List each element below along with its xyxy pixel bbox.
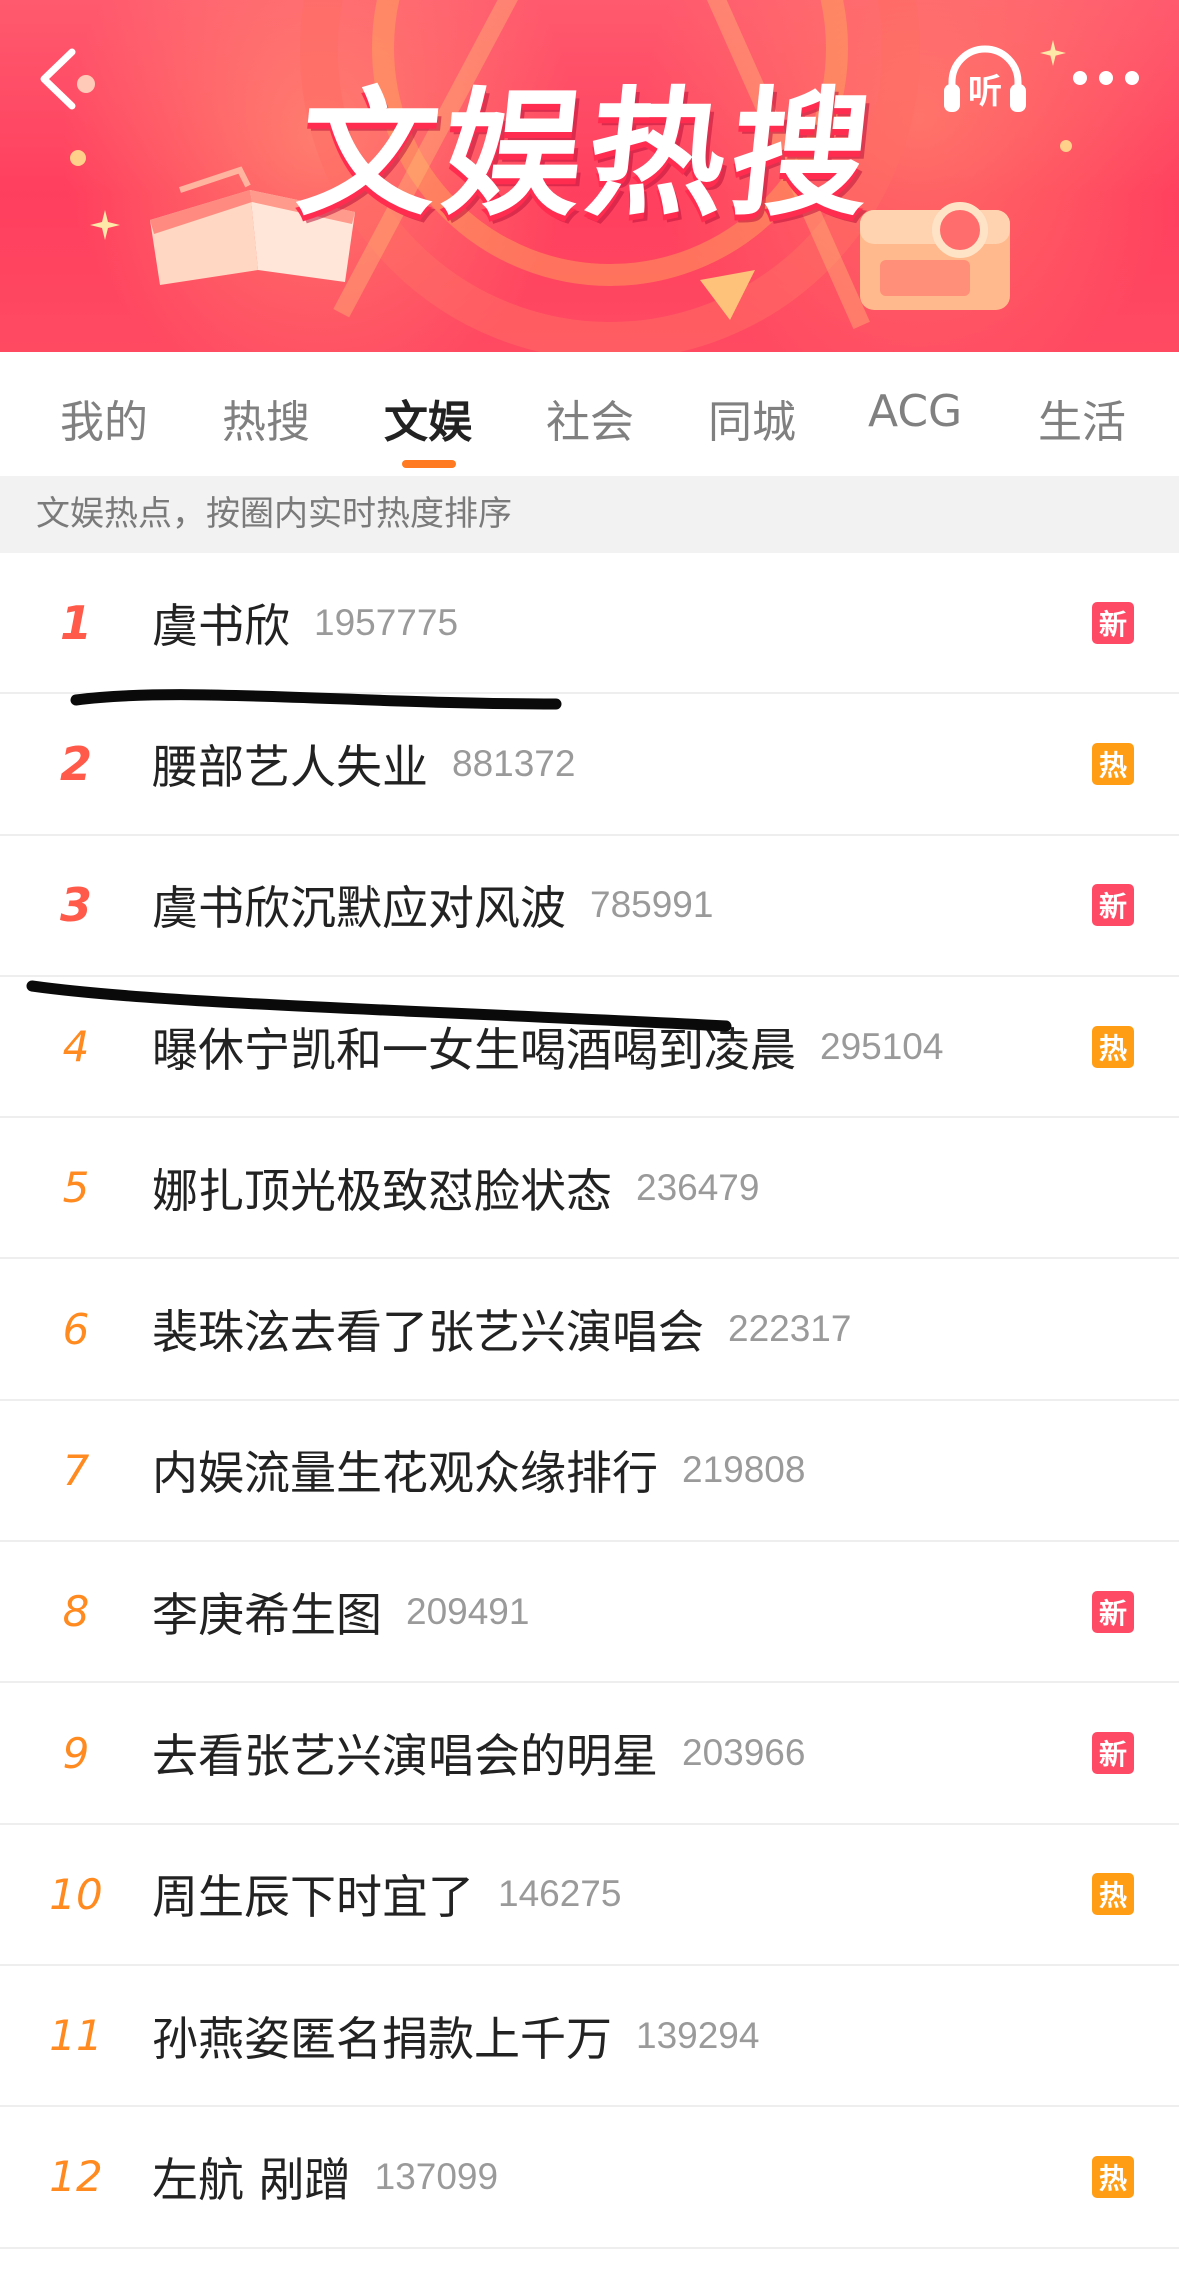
list-item[interactable]: 10 周生辰下时宜了 146275 热 [0,1824,1179,1966]
rank-number: 10 [49,1869,103,1919]
list-item[interactable]: 12 左航 剐蹭 137099 热 [0,2107,1179,2249]
item-heat-count: 236479 [636,1166,760,1208]
item-content: 虞书欣 1957775 [152,553,458,692]
item-title[interactable]: 娜扎顶光极致怼脸状态 [152,1155,612,1221]
category-tabs: 我的 热搜 文娱 社会 同城 ACG 生活 [0,352,1179,476]
item-heat-count: 222317 [728,1308,852,1350]
item-content: 去看张艺兴演唱会的明星 203966 [152,1683,805,1822]
rank-number: 2 [59,736,92,791]
rank-number: 3 [59,878,92,933]
rank-number: 11 [49,2011,103,2061]
item-title[interactable]: 曝休宁凯和一女生喝酒喝到凌晨 [152,1014,796,1080]
item-title[interactable]: 裴珠泫去看了张艺兴演唱会 [152,1296,704,1362]
rank-number: 7 [62,1445,90,1495]
item-title[interactable]: 周生辰下时宜了 [152,1861,474,1927]
list-item[interactable]: 6 裴珠泫去看了张艺兴演唱会 222317 [0,1259,1179,1401]
page-title: 文娱热搜 [291,74,885,235]
new-badge: 新 [1092,1732,1134,1775]
tab-local[interactable]: 同城 [708,386,796,448]
item-heat-count: 139294 [636,2014,760,2056]
rank-number: 1 [59,595,92,650]
list-item[interactable]: 7 内娱流量生花观众缘排行 219808 [0,1400,1179,1543]
listen-label: 听 [968,72,1002,112]
item-heat-count: 785991 [590,884,714,926]
item-title[interactable]: 去看张艺兴演唱会的明星 [152,1720,658,1786]
chevron-left-icon [40,48,95,110]
triangle-decoration-icon [700,270,755,320]
hot-search-list: 1 虞书欣 1957775 新 2 腰部艺人失业 881372 热 3 虞书欣沉… [0,553,1179,2249]
tab-acg[interactable]: ACG [868,386,962,446]
item-heat-count: 146275 [498,1873,622,1915]
item-content: 孙燕姿匿名捐款上千万 139294 [152,1966,759,2105]
list-item[interactable]: 4 曝休宁凯和一女生喝酒喝到凌晨 295104 热 [0,976,1179,1119]
item-title[interactable]: 虞书欣 [152,590,290,656]
item-content: 娜扎顶光极致怼脸状态 236479 [152,1118,759,1257]
item-heat-count: 219808 [682,1449,806,1491]
list-item[interactable]: 3 虞书欣沉默应对风波 785991 新 [0,835,1179,977]
rank-number: 6 [62,1304,90,1354]
new-badge: 新 [1092,1590,1134,1633]
more-dots-icon [1073,71,1139,85]
item-heat-count: 209491 [406,1590,530,1632]
item-content: 腰部艺人失业 881372 [152,694,575,833]
active-tab-indicator [402,460,456,468]
hot-badge: 热 [1092,2155,1134,2198]
item-content: 裴珠泫去看了张艺兴演唱会 222317 [152,1259,851,1398]
item-title[interactable]: 虞书欣沉默应对风波 [152,872,566,938]
back-button[interactable] [28,44,98,114]
item-title[interactable]: 左航 剐蹭 [152,2144,351,2210]
hot-badge: 热 [1092,1025,1134,1068]
rank-number: 5 [62,1163,90,1213]
tab-entertainment[interactable]: 文娱 [384,386,472,448]
new-badge: 新 [1092,601,1134,644]
header-banner: 文娱热搜 听 [0,0,1179,352]
item-title[interactable]: 孙燕姿匿名捐款上千万 [152,2003,612,2069]
list-item[interactable]: 1 虞书欣 1957775 新 [0,553,1179,695]
item-heat-count: 1957775 [314,601,459,643]
list-item[interactable]: 2 腰部艺人失业 881372 热 [0,694,1179,836]
item-title[interactable]: 腰部艺人失业 [152,731,428,797]
item-title[interactable]: 李庚希生图 [152,1579,382,1645]
item-content: 内娱流量生花观众缘排行 219808 [152,1401,805,1540]
list-item[interactable]: 9 去看张艺兴演唱会的明星 203966 新 [0,1683,1179,1825]
list-item[interactable]: 8 李庚希生图 209491 新 [0,1542,1179,1684]
item-heat-count: 203966 [682,1732,806,1774]
rank-number: 4 [62,1022,90,1072]
listen-button[interactable]: 听 [940,38,1030,118]
item-content: 曝休宁凯和一女生喝酒喝到凌晨 295104 [152,977,943,1116]
tab-life[interactable]: 生活 [1038,386,1126,448]
item-content: 虞书欣沉默应对风波 785991 [152,836,713,975]
tab-mine[interactable]: 我的 [60,386,148,448]
item-content: 李庚希生图 209491 [152,1542,529,1681]
item-heat-count: 137099 [374,2155,499,2197]
more-button[interactable] [1066,50,1146,110]
hot-badge: 热 [1092,742,1134,785]
new-badge: 新 [1092,884,1134,927]
list-description: 文娱热点，按圈内实时热度排序 [0,476,1179,553]
tab-society[interactable]: 社会 [546,386,634,448]
item-heat-count: 881372 [452,742,576,784]
list-item[interactable]: 11 孙燕姿匿名捐款上千万 139294 [0,1965,1179,2108]
rank-number: 8 [62,1587,90,1637]
tab-hot-search[interactable]: 热搜 [222,386,310,448]
item-content: 左航 剐蹭 137099 [152,2107,498,2246]
rank-number: 12 [49,2152,103,2202]
rank-number: 9 [62,1728,90,1778]
list-item[interactable]: 5 娜扎顶光极致怼脸状态 236479 [0,1118,1179,1260]
hot-badge: 热 [1092,1873,1134,1916]
item-heat-count: 295104 [820,1025,944,1067]
item-title[interactable]: 内娱流量生花观众缘排行 [152,1437,658,1503]
item-content: 周生辰下时宜了 146275 [152,1825,621,1964]
